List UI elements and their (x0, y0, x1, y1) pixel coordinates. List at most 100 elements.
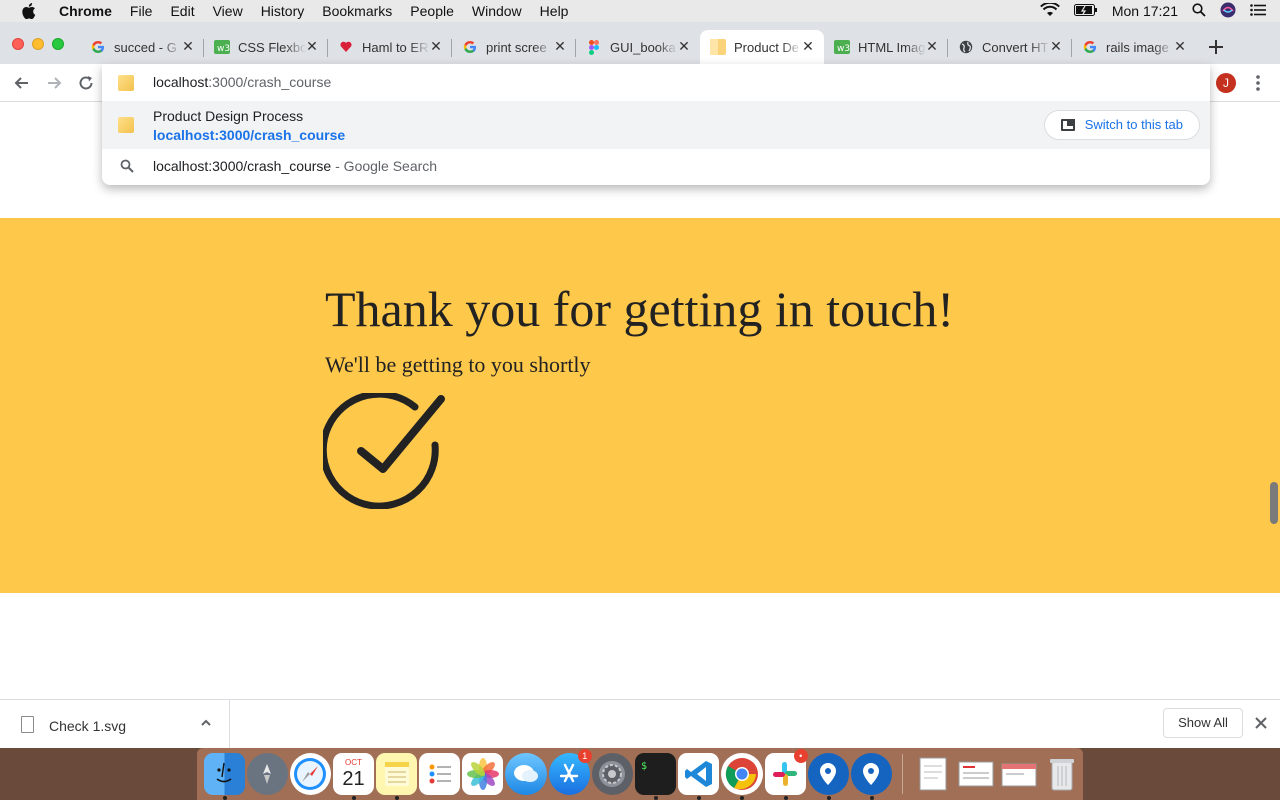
google-icon (462, 39, 478, 55)
tab-label: rails image (1106, 39, 1169, 55)
close-tab-icon[interactable]: ✕ (1048, 38, 1064, 54)
address-text[interactable]: localhost:3000/crash_course (153, 74, 331, 90)
tab-label: print scree (486, 39, 547, 55)
system-preferences-icon[interactable] (591, 753, 633, 795)
tab-convert-html[interactable]: Convert HT ✕ (948, 30, 1072, 64)
tab-product-design[interactable]: Product De ✕ (700, 30, 824, 64)
location-pin-app-icon-2[interactable] (850, 753, 892, 800)
menu-people[interactable]: People (401, 0, 463, 22)
running-indicator (697, 796, 702, 800)
menu-app-chrome[interactable]: Chrome (50, 0, 121, 22)
running-indicator (395, 796, 400, 800)
menu-help[interactable]: Help (531, 0, 578, 22)
calendar-icon[interactable]: OCT 21 (332, 753, 375, 800)
close-tab-icon[interactable]: ✕ (800, 38, 816, 54)
zoom-window-button[interactable] (52, 38, 64, 50)
tab-print-screen[interactable]: print scree ✕ (452, 30, 576, 64)
address-path: :3000/crash_course (208, 74, 332, 90)
app-store-icon[interactable]: 1 (548, 749, 592, 795)
new-tab-button[interactable] (1206, 37, 1226, 57)
address-host: localhost (153, 74, 209, 90)
document-preview-icon[interactable] (912, 753, 953, 795)
menubar-clock[interactable]: Mon 17:21 (1112, 3, 1178, 19)
search-query: localhost:3000/crash_course (153, 158, 332, 174)
w3schools-icon: w3 (834, 39, 850, 55)
forward-arrow-icon[interactable] (44, 73, 64, 93)
tab-html-image[interactable]: w3 HTML Imag ✕ (824, 30, 948, 64)
close-tab-icon[interactable]: ✕ (304, 38, 320, 54)
download-file-name: Check 1.svg (49, 718, 127, 734)
battery-icon[interactable] (1073, 3, 1098, 19)
chrome-menu-icon[interactable] (1250, 73, 1266, 93)
tab-gui-bookmarks[interactable]: GUI_booka ✕ (576, 30, 700, 64)
menu-bookmarks[interactable]: Bookmarks (313, 0, 401, 22)
svg-text:w3: w3 (837, 44, 850, 54)
terminal-icon[interactable]: $_ (634, 753, 677, 800)
reminders-icon[interactable] (419, 753, 461, 795)
close-window-button[interactable] (12, 38, 24, 50)
close-tab-icon[interactable]: ✕ (924, 38, 940, 54)
tab-succed[interactable]: succed - G ✕ (80, 30, 204, 64)
profile-avatar[interactable]: J (1216, 73, 1236, 93)
chevron-up-icon[interactable] (199, 716, 213, 730)
safari-icon[interactable] (289, 753, 331, 795)
page-subheading: We'll be getting to you shortly (325, 352, 591, 377)
close-tab-icon[interactable]: ✕ (180, 38, 196, 54)
tab-haml-to-erb[interactable]: Haml to ER ✕ (328, 30, 452, 64)
menu-file[interactable]: File (121, 0, 162, 22)
location-pin-app-icon[interactable] (807, 753, 849, 800)
reload-icon[interactable] (76, 73, 96, 93)
close-tab-icon[interactable]: ✕ (552, 38, 568, 54)
wifi-icon[interactable] (1039, 1, 1060, 20)
tab-label: succed - G (114, 39, 177, 55)
download-item[interactable]: Check 1.svg (0, 700, 230, 748)
close-tab-icon[interactable]: ✕ (1172, 38, 1188, 54)
running-indicator (826, 796, 831, 800)
menu-history[interactable]: History (252, 0, 314, 22)
photos-icon[interactable] (462, 753, 504, 795)
w3schools-icon: w3 (214, 39, 230, 55)
slack-icon[interactable]: • (764, 749, 808, 800)
switch-to-tab-button[interactable]: Switch to this tab (1043, 110, 1200, 140)
menu-window[interactable]: Window (463, 0, 531, 22)
suggestion-url: localhost:3000/crash_course (153, 127, 346, 143)
menu-edit[interactable]: Edit (161, 0, 203, 22)
apple-logo-icon[interactable] (20, 3, 36, 19)
notes-icon[interactable] (376, 753, 418, 800)
switch-tab-icon (1060, 119, 1075, 131)
screenshots-stack-icon[interactable] (998, 753, 1039, 795)
page-favicon-icon (118, 75, 134, 91)
omnibox-suggestion-tab[interactable]: Product Design Process localhost:3000/cr… (102, 101, 1210, 149)
dock-separator (901, 754, 903, 794)
notification-center-icon[interactable] (1250, 3, 1266, 19)
running-indicator (351, 796, 356, 800)
launchpad-icon[interactable] (246, 753, 288, 795)
tab-label: GUI_booka (610, 39, 676, 55)
omnibox-suggestion-search[interactable]: localhost:3000/crash_course - Google Sea… (102, 149, 1210, 185)
close-icon[interactable] (1254, 716, 1268, 730)
downloads-stack-icon[interactable] (955, 753, 996, 795)
notification-badge: • (793, 749, 808, 763)
switch-to-tab-label: Switch to this tab (1084, 117, 1183, 132)
chrome-icon[interactable] (721, 753, 763, 800)
spotlight-search-icon[interactable] (1192, 2, 1206, 20)
siri-icon[interactable] (1220, 2, 1236, 21)
back-arrow-icon[interactable] (12, 73, 32, 93)
page-icon (710, 39, 726, 55)
close-tab-icon[interactable]: ✕ (428, 38, 444, 54)
messages-icon[interactable] (505, 753, 547, 795)
menu-view[interactable]: View (204, 0, 252, 22)
vscode-icon[interactable] (678, 753, 720, 800)
page-scrollbar-thumb[interactable] (1270, 482, 1278, 524)
tab-rails-image[interactable]: rails image ✕ (1072, 30, 1196, 64)
google-icon (1082, 39, 1098, 55)
finder-icon[interactable] (203, 753, 245, 800)
tab-css-flexbox[interactable]: w3 CSS Flexbo ✕ (204, 30, 328, 64)
macos-menu-bar: Chrome File Edit View History Bookmarks … (0, 0, 1280, 22)
minimize-window-button[interactable] (32, 38, 44, 50)
close-tab-icon[interactable]: ✕ (676, 38, 692, 54)
trash-icon[interactable] (1041, 753, 1082, 795)
address-bar[interactable]: localhost:3000/crash_course (102, 64, 1210, 101)
show-all-button[interactable]: Show All (1163, 708, 1243, 738)
checkmark-circle-icon (323, 393, 445, 509)
